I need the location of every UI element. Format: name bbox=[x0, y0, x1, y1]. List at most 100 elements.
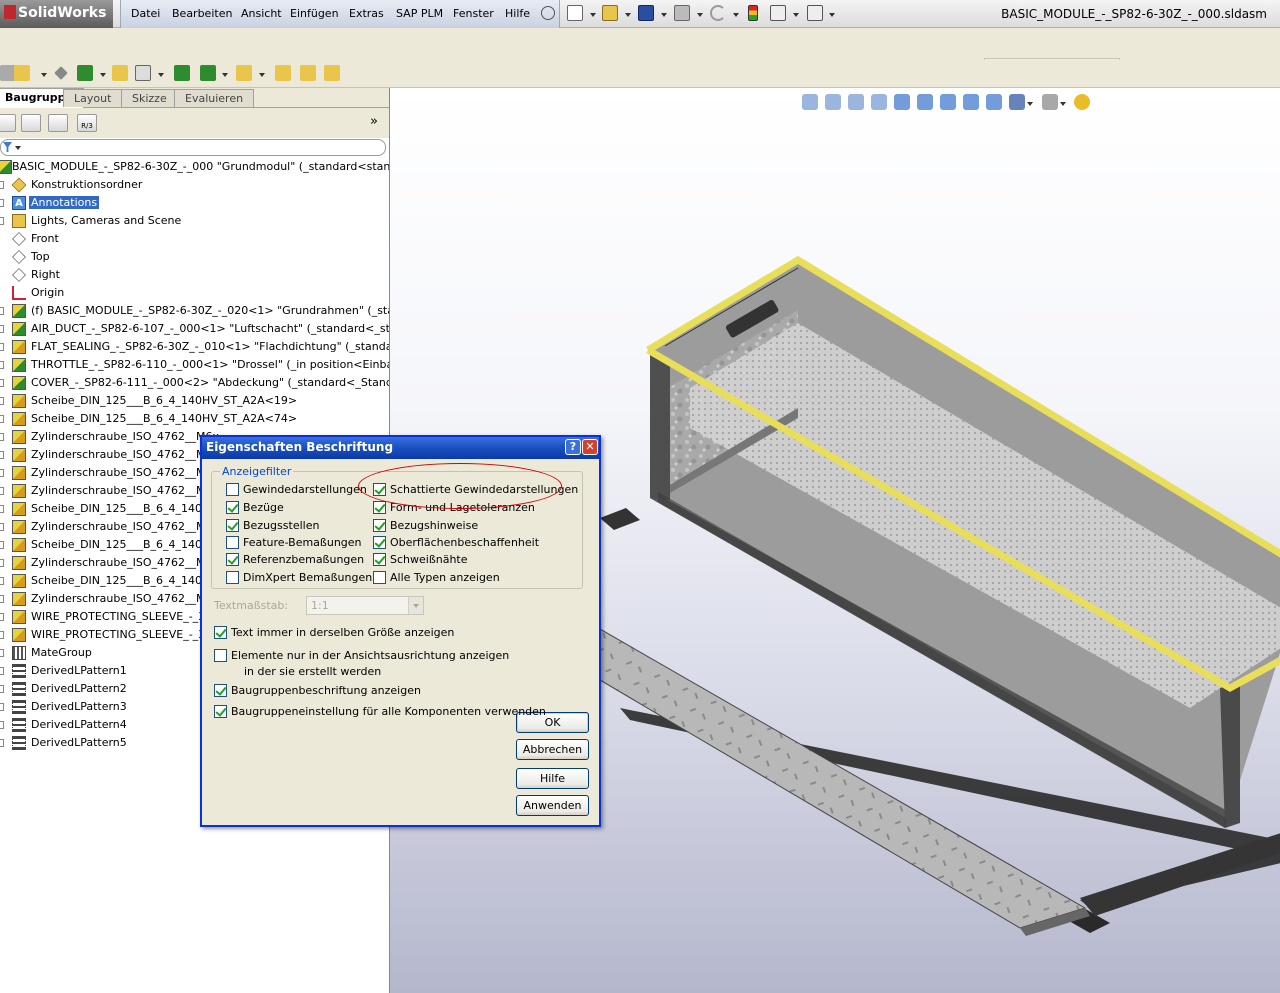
feature-manager-tab-icon[interactable] bbox=[0, 114, 16, 132]
checkbox[interactable] bbox=[373, 519, 386, 532]
tab-evaluieren[interactable]: Evaluieren bbox=[174, 89, 255, 107]
tree-item[interactable]: THROTTLE_-_SP82-6-110_-_000<1> "Drossel"… bbox=[0, 356, 389, 374]
expand-icon[interactable] bbox=[0, 613, 4, 621]
expand-icon[interactable] bbox=[0, 721, 4, 729]
checkbox[interactable] bbox=[373, 571, 386, 584]
pattern-tool-icon[interactable] bbox=[77, 65, 93, 81]
tree-item[interactable]: Origin bbox=[0, 284, 389, 302]
tree-filter-bar[interactable] bbox=[0, 139, 386, 156]
tree-item[interactable]: Scheibe_DIN_125___B_6_4_140HV_ST_A2A<74> bbox=[0, 410, 389, 428]
checkbox[interactable] bbox=[373, 501, 386, 514]
checkbox[interactable] bbox=[226, 553, 239, 566]
checkbox[interactable] bbox=[214, 626, 227, 639]
checkbox[interactable] bbox=[226, 519, 239, 532]
expand-icon[interactable] bbox=[0, 631, 4, 639]
new-dropdown-icon[interactable] bbox=[590, 13, 596, 17]
tree-item[interactable]: BASIC_MODULE_-_SP82-6-30Z_-_000 "Grundmo… bbox=[0, 158, 389, 176]
expand-icon[interactable] bbox=[0, 505, 4, 513]
help-title-button[interactable]: ? bbox=[565, 439, 581, 455]
menu-fenster[interactable]: Fenster bbox=[453, 7, 494, 20]
new-motion-study-icon[interactable] bbox=[236, 65, 252, 81]
expand-icon[interactable] bbox=[0, 181, 4, 189]
insert-dropdown-icon[interactable] bbox=[41, 73, 47, 77]
property-manager-tab-icon[interactable] bbox=[21, 114, 41, 132]
checkbox[interactable] bbox=[373, 536, 386, 549]
expand-icon[interactable] bbox=[0, 199, 4, 207]
print-dropdown-icon[interactable] bbox=[697, 13, 703, 17]
show-hidden-icon[interactable] bbox=[135, 65, 151, 81]
expand-icon[interactable] bbox=[0, 397, 4, 405]
customize-icon[interactable] bbox=[807, 5, 823, 21]
expand-icon[interactable] bbox=[0, 541, 4, 549]
explode-line-sketch-icon[interactable] bbox=[324, 65, 340, 81]
expand-icon[interactable] bbox=[0, 523, 4, 531]
menu-einfuegen[interactable]: Einfügen bbox=[290, 7, 339, 20]
tree-item[interactable]: A Annotations bbox=[0, 194, 389, 212]
bill-of-materials-icon[interactable] bbox=[275, 65, 291, 81]
expand-icon[interactable] bbox=[0, 325, 4, 333]
undo-dropdown-icon[interactable] bbox=[733, 13, 739, 17]
tree-item[interactable]: Front bbox=[0, 230, 389, 248]
expand-icon[interactable] bbox=[0, 649, 4, 657]
tree-item[interactable]: AIR_DUCT_-_SP82-6-107_-_000<1> "Luftscha… bbox=[0, 320, 389, 338]
mate-tool-icon[interactable] bbox=[54, 66, 68, 80]
tree-item[interactable]: FLAT_SEALING_-_SP82-6-30Z_-_010<1> "Flac… bbox=[0, 338, 389, 356]
checkbox[interactable] bbox=[226, 483, 239, 496]
checkbox[interactable] bbox=[214, 705, 227, 718]
expand-icon[interactable] bbox=[0, 703, 4, 711]
expand-icon[interactable] bbox=[0, 433, 4, 441]
tree-item[interactable]: Lights, Cameras and Scene bbox=[0, 212, 389, 230]
motion-dropdown-icon[interactable] bbox=[259, 73, 265, 77]
pattern-dropdown-icon[interactable] bbox=[100, 73, 106, 77]
exploded-view-icon[interactable] bbox=[300, 65, 316, 81]
menu-hilfe[interactable]: Hilfe bbox=[505, 7, 530, 20]
filter-dropdown-icon[interactable] bbox=[15, 146, 21, 150]
checkbox[interactable] bbox=[226, 501, 239, 514]
reference-geometry-icon[interactable] bbox=[200, 65, 216, 81]
menu-extras[interactable]: Extras bbox=[349, 7, 384, 20]
options-dropdown-icon[interactable] bbox=[793, 13, 799, 17]
menu-bearbeiten[interactable]: Bearbeiten bbox=[172, 7, 232, 20]
tree-item[interactable]: COVER_-_SP82-6-111_-_000<2> "Abdeckung" … bbox=[0, 374, 389, 392]
expand-icon[interactable] bbox=[0, 361, 4, 369]
tab-layout[interactable]: Layout bbox=[63, 89, 123, 107]
tree-item[interactable]: Right bbox=[0, 266, 389, 284]
expand-icon[interactable] bbox=[0, 739, 4, 747]
close-icon[interactable]: ✕ bbox=[582, 439, 598, 455]
filter-icon[interactable] bbox=[3, 142, 12, 152]
open-folder-icon[interactable] bbox=[602, 5, 618, 21]
expand-icon[interactable] bbox=[0, 307, 4, 315]
sap-config-tab-icon[interactable]: R/3 bbox=[77, 114, 97, 132]
expand-icon[interactable] bbox=[0, 487, 4, 495]
expand-icon[interactable] bbox=[0, 415, 4, 423]
menu-datei[interactable]: Datei bbox=[131, 7, 160, 20]
menu-ansicht[interactable]: Ansicht bbox=[241, 7, 282, 20]
options-icon[interactable] bbox=[770, 5, 786, 21]
expand-panel-icon[interactable]: » bbox=[370, 114, 378, 129]
expand-icon[interactable] bbox=[0, 379, 4, 387]
print-icon[interactable] bbox=[674, 5, 690, 21]
checkbox[interactable] bbox=[226, 536, 239, 549]
rebuild-icon[interactable] bbox=[748, 5, 758, 21]
tree-item[interactable]: (f) BASIC_MODULE_-_SP82-6-30Z_-_020<1> "… bbox=[0, 302, 389, 320]
assembly-feature-icon[interactable] bbox=[174, 65, 190, 81]
checkbox[interactable] bbox=[214, 684, 227, 697]
help-button[interactable]: Hilfe bbox=[516, 768, 589, 789]
expand-icon[interactable] bbox=[0, 451, 4, 459]
expand-icon[interactable] bbox=[0, 469, 4, 477]
tree-item[interactable]: Scheibe_DIN_125___B_6_4_140HV_ST_A2A<19> bbox=[0, 392, 389, 410]
menu-sap-plm[interactable]: SAP PLM bbox=[396, 7, 443, 20]
insert-component-icon[interactable] bbox=[14, 65, 30, 81]
checkbox[interactable] bbox=[226, 571, 239, 584]
expand-icon[interactable] bbox=[0, 667, 4, 675]
cancel-button[interactable]: Abbrechen bbox=[516, 739, 589, 760]
tree-item[interactable]: Konstruktionsordner bbox=[0, 176, 389, 194]
apply-button[interactable]: Anwenden bbox=[516, 795, 589, 816]
checkbox[interactable] bbox=[373, 553, 386, 566]
undo-icon[interactable] bbox=[710, 5, 726, 21]
expand-icon[interactable] bbox=[0, 343, 4, 351]
open-dropdown-icon[interactable] bbox=[625, 13, 631, 17]
dialog-title-bar[interactable]: Eigenschaften Beschriftung bbox=[202, 437, 599, 459]
customize-dropdown-icon[interactable] bbox=[829, 13, 835, 17]
reference-dropdown-icon[interactable] bbox=[222, 73, 228, 77]
